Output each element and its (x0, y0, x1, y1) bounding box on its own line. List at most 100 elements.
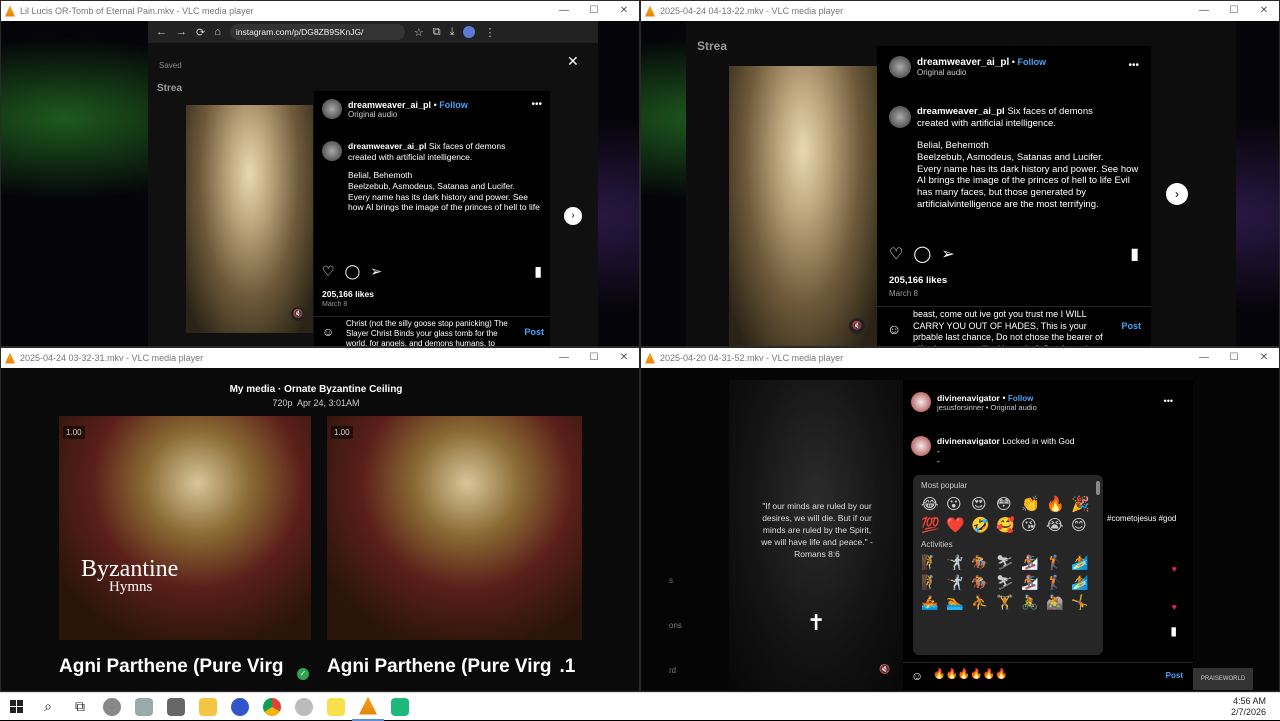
app-icon[interactable] (128, 693, 160, 721)
chrome-icon[interactable] (256, 693, 288, 721)
task-view-icon[interactable]: ⧉ (64, 693, 96, 721)
emoji[interactable]: 🚣 (921, 594, 943, 611)
share-icon[interactable]: ➢ (941, 244, 954, 264)
post-comment-button[interactable]: Post (1121, 321, 1141, 331)
app-icon[interactable] (96, 693, 128, 721)
emoji[interactable]: 🏋 (996, 594, 1018, 611)
close-button[interactable]: ✕ (609, 1, 639, 21)
vlc-window-top-right[interactable]: 2025-04-24 04-13-22.mkv - VLC media play… (640, 0, 1280, 347)
emoji[interactable]: 🏌 (1046, 574, 1068, 591)
heart-icon[interactable]: ♥ (1172, 564, 1177, 574)
maximize-button[interactable]: ☐ (1219, 348, 1249, 368)
emoji[interactable]: 🏇 (971, 574, 993, 591)
app-icon[interactable] (384, 693, 416, 721)
avatar[interactable] (889, 56, 911, 78)
minimize-button[interactable]: — (1189, 1, 1219, 21)
picker-scrollbar[interactable] (1096, 481, 1100, 495)
emoji[interactable]: 🚴 (1021, 594, 1043, 611)
comment-input[interactable]: 🔥🔥🔥🔥🔥🔥 (933, 669, 1008, 680)
audio-label[interactable]: jesusforsinner • Original audio (937, 403, 1037, 412)
emoji[interactable]: 🧗 (921, 554, 943, 571)
username[interactable]: divinenavigator (937, 393, 1000, 403)
windows-start-icon[interactable] (0, 693, 32, 721)
sticky-notes-icon[interactable] (320, 693, 352, 721)
close-modal-icon[interactable]: ✕ (567, 53, 579, 70)
home-icon[interactable]: ⌂ (214, 26, 221, 38)
minimize-button[interactable]: — (549, 1, 579, 21)
heart-icon[interactable]: ♥ (1172, 602, 1177, 612)
comment-input[interactable]: Christ (not the silly goose stop panicki… (346, 319, 516, 346)
emoji[interactable]: 😊 (1071, 516, 1093, 534)
close-button[interactable]: ✕ (1249, 348, 1279, 368)
emoji[interactable]: 🧗 (921, 574, 943, 591)
like-icon[interactable]: ♡ (889, 244, 903, 264)
avatar[interactable] (889, 106, 911, 128)
emoji[interactable]: 🏂 (1021, 574, 1043, 591)
emoji[interactable]: 😳 (996, 495, 1018, 513)
app-icon[interactable] (224, 693, 256, 721)
emoji[interactable]: 🏄 (1071, 554, 1093, 571)
avatar[interactable] (322, 141, 342, 161)
emoji-icon[interactable]: ☺ (911, 669, 923, 683)
vlc-taskbar-icon[interactable] (352, 693, 384, 721)
likes-count[interactable]: 205,166 likes (322, 289, 374, 299)
my-media-link[interactable]: My media (230, 384, 276, 395)
emoji[interactable]: 🚵 (1046, 594, 1068, 611)
save-icon[interactable]: ▮ (534, 263, 542, 280)
post-comment-button[interactable]: Post (524, 327, 544, 337)
download-icon[interactable]: ⤓ (450, 26, 455, 39)
follow-button[interactable]: Follow (1008, 394, 1033, 403)
more-options-icon[interactable]: ••• (531, 99, 542, 110)
emoji[interactable]: 🎉 (1071, 495, 1093, 513)
app-icon[interactable] (288, 693, 320, 721)
emoji[interactable]: 🤺 (946, 554, 968, 571)
emoji-icon[interactable]: ☺ (322, 325, 334, 339)
vlc-window-top-left[interactable]: Lil Lucis OR-Tomb of Eternal Pain.mkv - … (0, 0, 640, 347)
emoji[interactable]: 😮 (946, 495, 968, 513)
mute-icon[interactable]: 🔇 (291, 307, 305, 321)
menu-icon[interactable]: ⋮ (484, 26, 495, 39)
profile-icon[interactable] (463, 26, 475, 38)
avatar[interactable] (911, 436, 931, 456)
address-bar[interactable]: instagram.com/p/DG8ZB9SKnJG/ (230, 24, 405, 40)
file-explorer-icon[interactable] (192, 693, 224, 721)
likes-count[interactable]: 205,166 likes (889, 275, 947, 286)
emoji[interactable]: 😘 (1021, 516, 1043, 534)
next-post-icon[interactable]: › (1166, 183, 1188, 205)
share-icon[interactable]: ➢ (370, 263, 382, 280)
emoji[interactable]: 🏇 (971, 554, 993, 571)
minimize-button[interactable]: — (549, 348, 579, 368)
emoji[interactable]: 🤣 (971, 516, 993, 534)
hashtags[interactable]: #cometojesus #god (1107, 514, 1176, 523)
minimize-button[interactable]: — (1189, 348, 1219, 368)
emoji[interactable]: 🤺 (946, 574, 968, 591)
avatar[interactable] (322, 99, 342, 119)
emoji[interactable]: ❤️ (946, 516, 968, 534)
vlc-window-bottom-left[interactable]: 2025-04-24 03-32-31.mkv - VLC media play… (0, 347, 640, 692)
emoji[interactable]: ⛹ (971, 594, 993, 611)
emoji-picker[interactable]: Most popular 😂 😮 😍 😳 👏 🔥 🎉 💯 ❤️ 🤣 🥰 😘 😭 … (913, 475, 1103, 655)
emoji[interactable]: 👏 (1021, 495, 1043, 513)
caption-username[interactable]: dreamweaver_ai_pl (917, 106, 1005, 117)
more-options-icon[interactable]: ••• (1164, 396, 1173, 406)
emoji[interactable]: ⛷ (996, 574, 1018, 591)
thumbnail-right[interactable]: 1.00 (327, 416, 582, 640)
emoji[interactable]: 🏄 (1071, 574, 1093, 591)
emoji-icon[interactable]: ☺ (887, 321, 901, 337)
more-options-icon[interactable]: ••• (1128, 60, 1139, 71)
extensions-icon[interactable]: ⧉ (433, 26, 441, 39)
comment-input[interactable]: beast, come out ive got you trust me I W… (913, 309, 1105, 346)
emoji[interactable]: 😭 (1046, 516, 1068, 534)
saved-link[interactable]: Saved (159, 61, 182, 70)
username[interactable]: dreamweaver_ai_pl (348, 100, 431, 110)
star-icon[interactable]: ☆ (414, 26, 424, 39)
emoji[interactable]: 🥰 (996, 516, 1018, 534)
next-post-icon[interactable]: › (564, 207, 582, 225)
search-icon[interactable]: ⌕ (32, 693, 64, 721)
username[interactable]: dreamweaver_ai_pl (917, 57, 1009, 68)
emoji[interactable]: 🏂 (1021, 554, 1043, 571)
emoji[interactable]: 😂 (921, 495, 943, 513)
forward-icon[interactable]: → (176, 26, 187, 38)
mute-icon[interactable]: 🔇 (879, 664, 890, 675)
caption-username[interactable]: dreamweaver_ai_pl (348, 141, 426, 151)
